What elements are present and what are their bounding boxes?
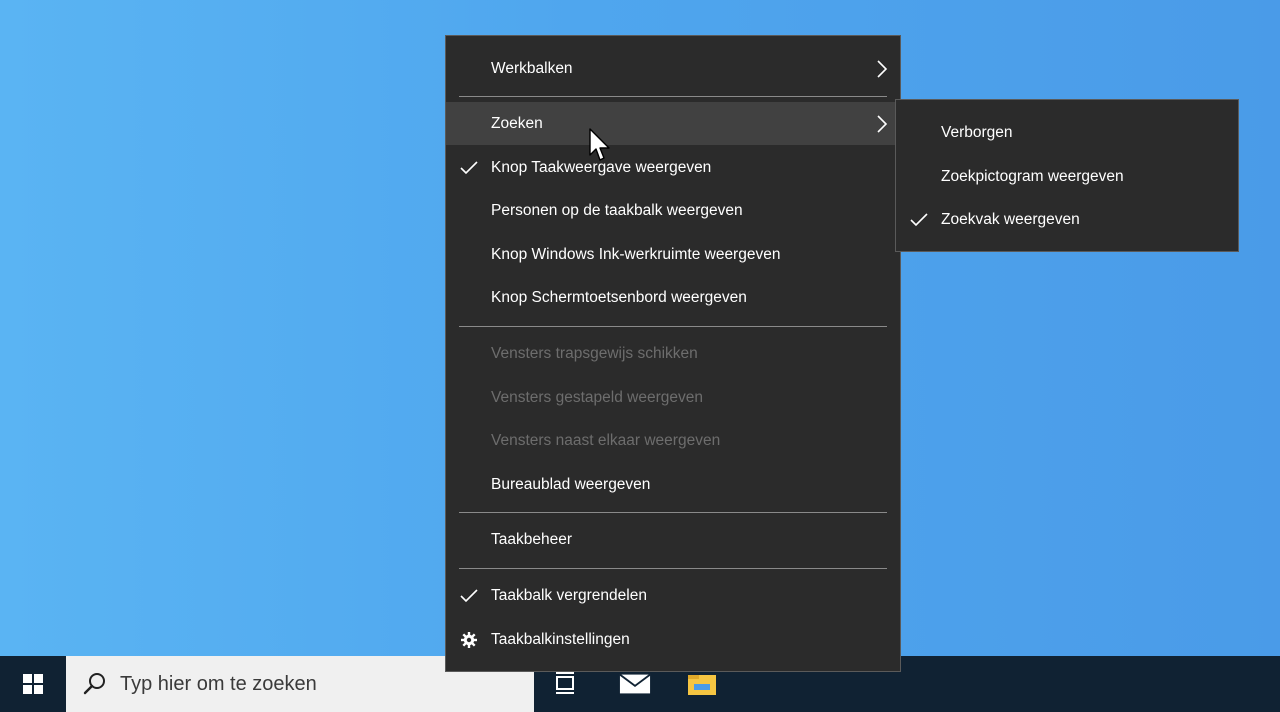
menu-item-taakbeheer[interactable]: Taakbeheer xyxy=(446,518,900,561)
menu-item-trapsgewijs: Vensters trapsgewijs schikken xyxy=(446,332,900,375)
submenu-item-zoekpictogram[interactable]: Zoekpictogram weergeven xyxy=(896,155,1238,198)
checkmark-icon xyxy=(459,586,479,606)
menu-item-personen[interactable]: Personen op de taakbalk weergeven xyxy=(446,189,900,232)
menu-item-label: Zoekvak weergeven xyxy=(941,210,1080,228)
menu-item-schermtoetsenbord[interactable]: Knop Schermtoetsenbord weergeven xyxy=(446,276,900,319)
file-explorer-icon xyxy=(688,675,716,695)
gear-icon xyxy=(459,630,479,650)
task-view-button[interactable] xyxy=(550,668,582,700)
windows-start-icon xyxy=(23,674,43,694)
submenu-item-verborgen[interactable]: Verborgen xyxy=(896,111,1238,154)
task-view-icon xyxy=(556,672,574,694)
checkmark-icon xyxy=(909,210,929,230)
menu-item-bureaublad[interactable]: Bureaublad weergeven xyxy=(446,463,900,506)
menu-item-label: Knop Schermtoetsenbord weergeven xyxy=(491,288,747,306)
menu-item-label: Taakbalk vergrendelen xyxy=(491,586,647,604)
search-icon xyxy=(83,673,105,695)
menu-item-zoeken[interactable]: Zoeken xyxy=(446,102,900,145)
menu-item-vergrendelen[interactable]: Taakbalk vergrendelen xyxy=(446,574,900,617)
menu-separator xyxy=(459,326,887,327)
menu-item-label: Vensters trapsgewijs schikken xyxy=(491,344,698,362)
mail-icon xyxy=(619,673,651,694)
menu-item-werkbalken[interactable]: Werkbalken xyxy=(446,47,900,90)
menu-item-label: Vensters naast elkaar weergeven xyxy=(491,431,721,449)
menu-item-label: Vensters gestapeld weergeven xyxy=(491,388,703,406)
menu-item-taakbalkinstellingen[interactable]: Taakbalkinstellingen xyxy=(446,618,900,661)
menu-item-naast-elkaar: Vensters naast elkaar weergeven xyxy=(446,419,900,462)
submenu-item-zoekvak[interactable]: Zoekvak weergeven xyxy=(896,198,1238,241)
menu-item-label: Verborgen xyxy=(941,123,1013,141)
zoeken-submenu: Verborgen Zoekpictogram weergeven Zoekva… xyxy=(895,99,1239,252)
menu-item-label: Zoeken xyxy=(491,114,543,132)
file-explorer-button[interactable] xyxy=(686,668,718,700)
menu-item-label: Bureaublad weergeven xyxy=(491,475,651,493)
menu-item-label: Taakbalkinstellingen xyxy=(491,630,630,648)
menu-item-label: Taakbeheer xyxy=(491,530,573,548)
checkmark-icon xyxy=(459,158,479,178)
menu-separator xyxy=(459,96,887,97)
menu-separator xyxy=(459,512,887,513)
search-placeholder: Typ hier om te zoeken xyxy=(120,672,317,695)
mouse-cursor-icon xyxy=(589,128,610,161)
menu-item-taakweergave[interactable]: Knop Taakweergave weergeven xyxy=(446,146,900,189)
mail-button[interactable] xyxy=(619,668,651,700)
menu-item-gestapeld: Vensters gestapeld weergeven xyxy=(446,376,900,419)
menu-separator xyxy=(459,568,887,569)
chevron-right-icon xyxy=(877,114,888,133)
start-button[interactable] xyxy=(0,656,66,712)
menu-item-windows-ink[interactable]: Knop Windows Ink-werkruimte weergeven xyxy=(446,233,900,276)
menu-item-label: Zoekpictogram weergeven xyxy=(941,167,1124,185)
taskbar-context-menu: Werkbalken Zoeken Knop Taakweergave weer… xyxy=(445,35,901,672)
menu-item-label: Knop Windows Ink-werkruimte weergeven xyxy=(491,245,781,263)
chevron-right-icon xyxy=(877,59,888,78)
menu-item-label: Personen op de taakbalk weergeven xyxy=(491,201,743,219)
menu-item-label: Werkbalken xyxy=(491,59,573,77)
